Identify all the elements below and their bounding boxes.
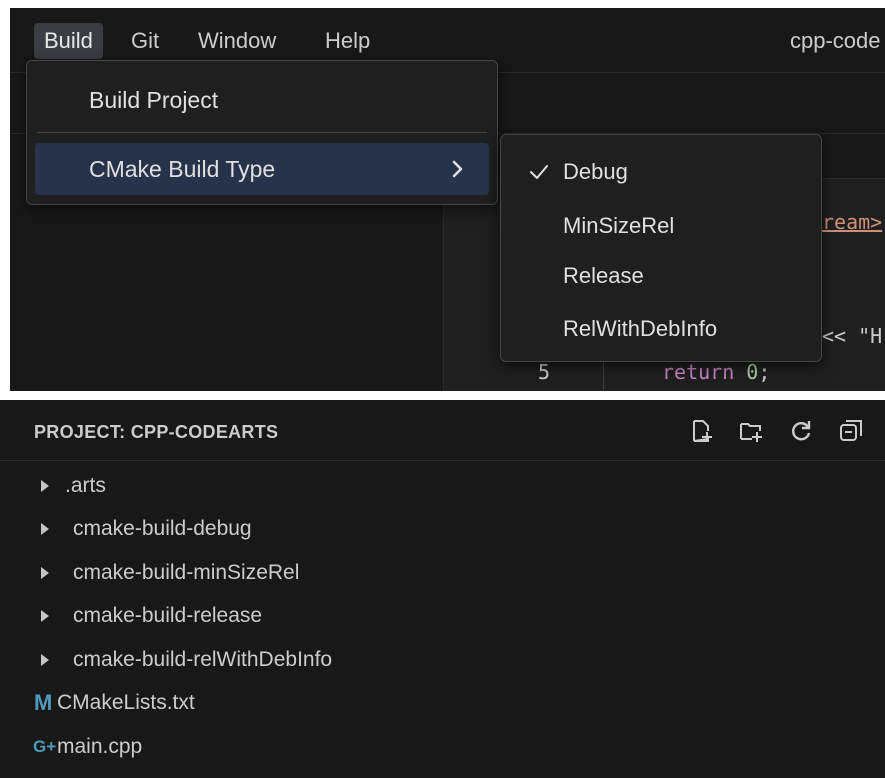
new-folder-icon[interactable] — [738, 418, 764, 444]
folder-label: cmake-build-debug — [73, 517, 252, 540]
file-label: main.cpp — [57, 735, 143, 758]
new-file-icon[interactable] — [688, 418, 714, 444]
window-title: cpp-code — [790, 28, 881, 53]
explorer-header: PROJECT: CPP-CODEARTS — [0, 400, 885, 461]
project-title: PROJECT: CPP-CODEARTS — [34, 422, 279, 442]
submenu-item-debug[interactable]: Debug — [509, 147, 813, 197]
chevron-right-icon — [452, 160, 463, 178]
folder-label: cmake-build-relWithDebInfo — [73, 648, 333, 671]
chevron-right-icon — [41, 567, 49, 579]
menu-build[interactable]: Build — [34, 23, 103, 59]
folder-arts[interactable]: .arts — [0, 464, 885, 508]
return-semicolon: ; — [758, 360, 771, 384]
folder-cmake-build-minsizerel[interactable]: cmake-build-minSizeRel — [0, 551, 885, 595]
code-return-line: return 0; — [662, 360, 770, 384]
ide-top-panel: Build Git Window Help cpp-code ream> << … — [10, 8, 885, 391]
build-type-submenu: Debug MinSizeRel Release RelWithDebInfo — [500, 134, 822, 362]
folder-label: .arts — [65, 474, 106, 497]
folder-label: cmake-build-release — [73, 604, 263, 627]
file-main-cpp[interactable]: G+ main.cpp — [0, 725, 885, 769]
submenu-item-label: RelWithDebInfo — [563, 316, 718, 341]
code-cout-fragment: << "H — [822, 324, 883, 348]
return-keyword: return — [662, 360, 735, 384]
menu-help[interactable]: Help — [315, 23, 380, 59]
line-number: 5 — [538, 360, 551, 384]
file-cmakelists[interactable]: M CMakeLists.txt — [0, 681, 885, 725]
menu-item-build-project[interactable]: Build Project — [35, 74, 489, 126]
folder-cmake-build-release[interactable]: cmake-build-release — [0, 594, 885, 638]
menu-item-cmake-build-type[interactable]: CMake Build Type — [35, 143, 489, 195]
submenu-item-relwithdebinfo[interactable]: RelWithDebInfo — [509, 304, 813, 354]
chevron-right-icon — [41, 523, 49, 535]
menu-separator — [37, 132, 487, 133]
chevron-right-icon — [41, 654, 49, 666]
return-value: 0 — [746, 360, 759, 384]
menu-git[interactable]: Git — [121, 23, 169, 59]
menu-item-label: CMake Build Type — [89, 156, 276, 182]
check-icon — [530, 165, 548, 179]
explorer-panel: PROJECT: CPP-CODEARTS .arts cmake-build-… — [0, 400, 885, 778]
submenu-item-label: Release — [563, 263, 644, 288]
cmake-file-icon: M — [34, 690, 53, 715]
menu-item-label: Build Project — [89, 87, 219, 113]
submenu-item-minsizerel[interactable]: MinSizeRel — [509, 201, 813, 251]
folder-cmake-build-debug[interactable]: cmake-build-debug — [0, 507, 885, 551]
chevron-right-icon — [41, 480, 49, 492]
code-include-fragment: ream> — [822, 210, 883, 234]
build-dropdown-menu: Build Project CMake Build Type — [26, 60, 498, 205]
file-label: CMakeLists.txt — [57, 691, 195, 714]
cpp-file-icon: G+ — [33, 737, 57, 756]
refresh-icon[interactable] — [788, 418, 814, 444]
folder-label: cmake-build-minSizeRel — [73, 561, 300, 584]
submenu-item-label: Debug — [563, 159, 628, 184]
folder-cmake-build-relwithdebinfo[interactable]: cmake-build-relWithDebInfo — [0, 638, 885, 682]
menu-window[interactable]: Window — [188, 23, 286, 59]
chevron-right-icon — [41, 610, 49, 622]
collapse-all-icon[interactable] — [838, 418, 864, 444]
submenu-item-label: MinSizeRel — [563, 213, 675, 238]
submenu-item-release[interactable]: Release — [509, 251, 813, 301]
